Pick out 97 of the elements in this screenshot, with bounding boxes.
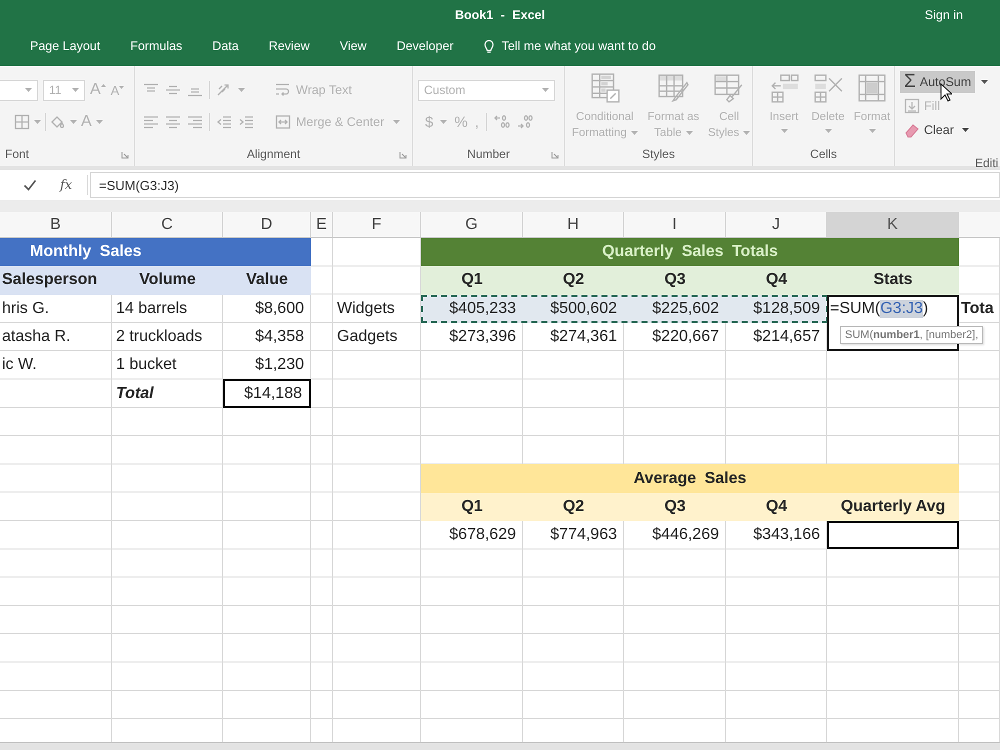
group-label: Cells <box>810 147 837 161</box>
ribbon-tab[interactable]: Developer <box>396 39 454 53</box>
insert-function-button[interactable]: fx <box>60 178 72 192</box>
formula-field[interactable]: =SUM(G3:J3) <box>90 172 1000 198</box>
caret-icon <box>393 120 400 124</box>
tell-me-search-field[interactable]: Tell me what you want to do <box>484 38 656 54</box>
column-header[interactable]: I <box>624 212 726 237</box>
caret-icon <box>780 129 788 133</box>
column-header[interactable]: D <box>223 212 311 237</box>
fill-down-icon <box>904 98 920 114</box>
table-cell-text: Widgets <box>336 298 396 319</box>
table-cell: $405,233 <box>421 294 523 323</box>
clear-button[interactable]: Clear <box>900 119 973 141</box>
header-cell: Volume <box>112 266 223 295</box>
conditional-formatting-icon <box>588 72 621 104</box>
table-cell-text: ic W. <box>1 355 38 376</box>
table-cell-text: 2 truckloads <box>115 327 204 348</box>
dialog-launcher-icon[interactable] <box>551 151 559 159</box>
table-cell-text: hris G. <box>1 298 50 319</box>
column-header[interactable]: H <box>523 212 624 237</box>
header-cell: Stats <box>827 266 959 295</box>
header-cell: Q4 <box>726 492 827 521</box>
table-cell-text: $214,657 <box>752 327 821 348</box>
header-cell: Q1 <box>421 492 523 521</box>
table-cell-text: $343,166 <box>752 525 821 546</box>
table-cell-text: Tota <box>960 298 995 319</box>
group-label: Alignment <box>246 147 300 161</box>
table-cell: $225,602 <box>624 294 726 323</box>
title-cell: Average Sales <box>421 464 959 493</box>
column-header[interactable]: K <box>827 212 959 237</box>
delete-cells-icon <box>812 72 844 104</box>
merge-cells-icon <box>275 114 291 130</box>
eraser-icon <box>904 122 920 138</box>
table-brush-icon <box>713 72 746 104</box>
sign-in-link[interactable]: Sign in <box>924 8 963 22</box>
table-cell: $128,509 <box>726 294 827 323</box>
header-cell: Q2 <box>523 492 624 521</box>
table-cell-text: $446,269 <box>651 525 720 546</box>
group-label: Font <box>5 147 30 161</box>
table-cell-text: $678,629 <box>448 525 517 546</box>
caret-icon <box>868 129 876 133</box>
table-cell-text: atasha R. <box>1 327 72 348</box>
title-cell: Quarterly Sales Totals <box>421 238 959 266</box>
table-cell-text: $220,667 <box>651 327 720 348</box>
header-cell: Q3 <box>624 492 726 521</box>
column-header[interactable]: C <box>112 212 223 237</box>
header-cell: Quarterly Avg <box>827 492 959 521</box>
table-cell-text: $4,358 <box>254 327 305 348</box>
header-cell: Q2 <box>523 266 624 295</box>
column-header[interactable]: G <box>421 212 523 237</box>
sum-icon: Σ <box>904 73 916 91</box>
dialog-launcher-icon[interactable] <box>121 151 129 159</box>
table-pen-icon <box>657 72 690 104</box>
ribbon-tab[interactable]: Formulas <box>130 39 182 53</box>
caret-icon <box>630 130 638 135</box>
table-cell-text: 1 bucket <box>115 355 178 376</box>
title-cell: Monthly Sales <box>0 238 311 266</box>
caret-icon <box>743 130 750 135</box>
ribbon-tab[interactable]: Review <box>268 39 310 53</box>
caret-down-icon <box>119 86 124 88</box>
group-label: Number <box>467 147 510 161</box>
ribbon-tab[interactable]: Data <box>212 39 239 53</box>
group-label: Editi <box>975 156 998 170</box>
autosum-button[interactable]: Σ AutoSum <box>900 71 976 93</box>
caret-up-icon <box>100 84 106 87</box>
group-label: Styles <box>642 147 675 161</box>
header-cell: Q3 <box>624 266 726 295</box>
lightbulb-icon <box>484 38 494 54</box>
header-cell: Salesperson <box>0 266 112 295</box>
table-cell-text: $774,963 <box>549 525 618 546</box>
wrap-text-icon <box>275 82 291 98</box>
table-cell-text: $8,600 <box>254 298 305 319</box>
caret-icon <box>824 129 832 133</box>
column-header[interactable]: B <box>0 212 112 237</box>
table-cell: $14,188 <box>223 379 311 408</box>
check-icon[interactable] <box>23 179 37 191</box>
header-cell: Value <box>223 266 311 295</box>
caret-icon[interactable] <box>981 80 988 84</box>
window-title: Book1 - Excel <box>455 8 545 22</box>
column-header[interactable]: F <box>333 212 421 237</box>
table-cell-text: Gadgets <box>336 327 398 348</box>
table-cell-text: $274,361 <box>549 327 618 348</box>
format-cells-icon <box>856 72 888 104</box>
table-cell-text: $1,230 <box>254 355 305 376</box>
table-cell-text: 14 barrels <box>115 298 188 319</box>
table-cell-text: $273,396 <box>448 327 517 348</box>
table-cell-text: Total <box>115 384 155 404</box>
function-tooltip: SUM(number1, [number2], <box>840 326 984 344</box>
caret-icon <box>686 130 693 135</box>
header-cell: Q1 <box>421 266 523 295</box>
dialog-launcher-icon[interactable] <box>399 151 407 159</box>
ribbon-tab[interactable]: Page Layout <box>30 39 100 53</box>
column-header[interactable]: E <box>311 212 333 237</box>
ribbon-tab[interactable]: View <box>340 39 367 53</box>
header-cell: Q4 <box>726 266 827 295</box>
caret-icon <box>962 128 969 132</box>
table-cell: $500,602 <box>523 294 624 323</box>
